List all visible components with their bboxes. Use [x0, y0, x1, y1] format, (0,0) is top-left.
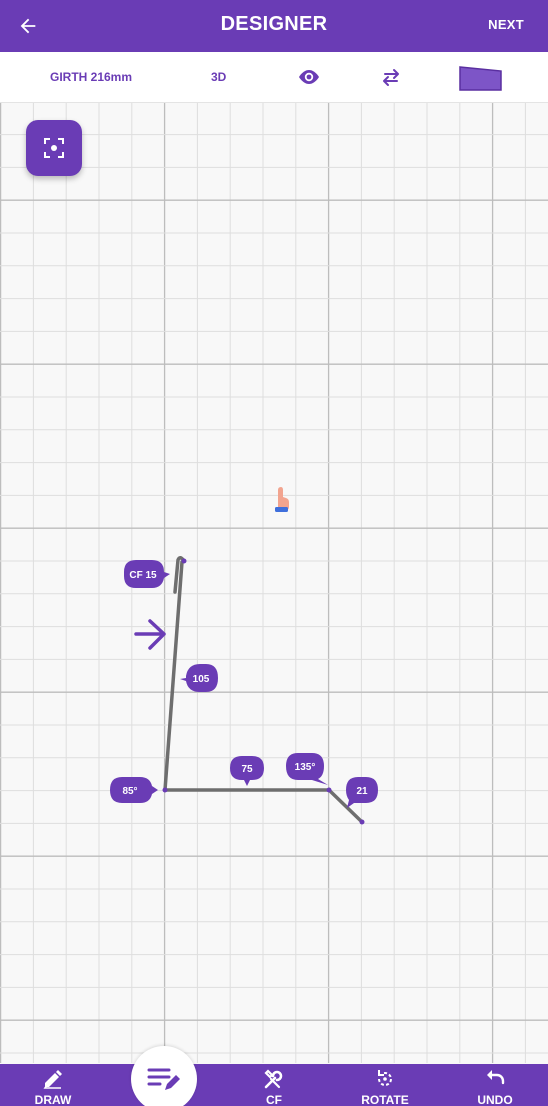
nav-undo-label: UNDO	[477, 1093, 513, 1106]
girth-readout: GIRTH 216mm	[50, 70, 133, 84]
segment-105	[163, 560, 184, 792]
eye-icon	[299, 70, 319, 84]
nav-rotate[interactable]: ROTATE	[345, 1064, 425, 1106]
tools-icon	[264, 1069, 283, 1089]
swap-arrows-icon	[383, 69, 399, 86]
design-toolbar: GIRTH 216mm 3D	[0, 52, 548, 103]
undo-icon	[487, 1070, 505, 1085]
tag-angle-85-text: 85°	[122, 786, 137, 797]
hand-pointer-icon	[275, 487, 289, 512]
focus-center-icon	[44, 138, 64, 158]
edit-list-button[interactable]	[131, 1046, 197, 1106]
vertex-marker	[162, 787, 168, 793]
edit-list-icon	[147, 1068, 180, 1090]
tag-length-21-text: 21	[356, 786, 368, 797]
rotate-icon	[378, 1070, 392, 1086]
swap-direction-button[interactable]	[379, 67, 403, 87]
vertex-marker	[359, 819, 365, 825]
tag-angle-85[interactable]: 85°	[110, 777, 158, 803]
material-shape-button[interactable]	[459, 66, 502, 91]
tag-angle-135[interactable]: 135°	[286, 753, 328, 785]
nav-cf-label: CF	[266, 1093, 282, 1106]
visibility-button[interactable]	[296, 67, 322, 87]
tag-length-75[interactable]: 75	[230, 756, 264, 786]
tag-angle-135-text: 135°	[295, 762, 316, 773]
tag-length-105-text: 105	[193, 674, 210, 685]
bottom-nav: DRAW CF ROTATE UNDO	[0, 1064, 548, 1106]
nav-draw-label: DRAW	[34, 1093, 72, 1106]
colour-swatch-icon	[459, 66, 502, 91]
view-3d-button[interactable]: 3D	[211, 70, 226, 84]
nav-draw[interactable]: DRAW	[13, 1064, 93, 1106]
grid	[0, 103, 548, 1063]
draw-pencil-icon	[43, 1070, 62, 1089]
nav-cf[interactable]: CF	[234, 1064, 314, 1106]
page-title: DESIGNER	[220, 13, 328, 35]
tag-length-21[interactable]: 21	[346, 777, 378, 808]
tag-cf-text: CF 15	[129, 570, 157, 581]
designer-screen: DESIGNER NEXT GIRTH 216mm 3D CF 15 105 8…	[0, 0, 548, 1106]
drawing-canvas[interactable]: CF 15 105 85° 75 135° 21	[0, 103, 548, 1063]
nav-undo[interactable]: UNDO	[455, 1064, 535, 1106]
vertex-marker	[326, 787, 332, 793]
arrow-right-icon[interactable]	[134, 619, 166, 650]
tag-length-75-text: 75	[241, 764, 253, 775]
top-bar: DESIGNER NEXT	[0, 0, 548, 52]
tag-cf[interactable]: CF 15	[124, 560, 170, 588]
tag-length-105[interactable]: 105	[180, 664, 218, 692]
next-button[interactable]: NEXT	[488, 17, 524, 32]
vertex-marker	[181, 558, 187, 564]
nav-rotate-label: ROTATE	[361, 1093, 409, 1106]
recenter-button[interactable]	[26, 120, 82, 176]
